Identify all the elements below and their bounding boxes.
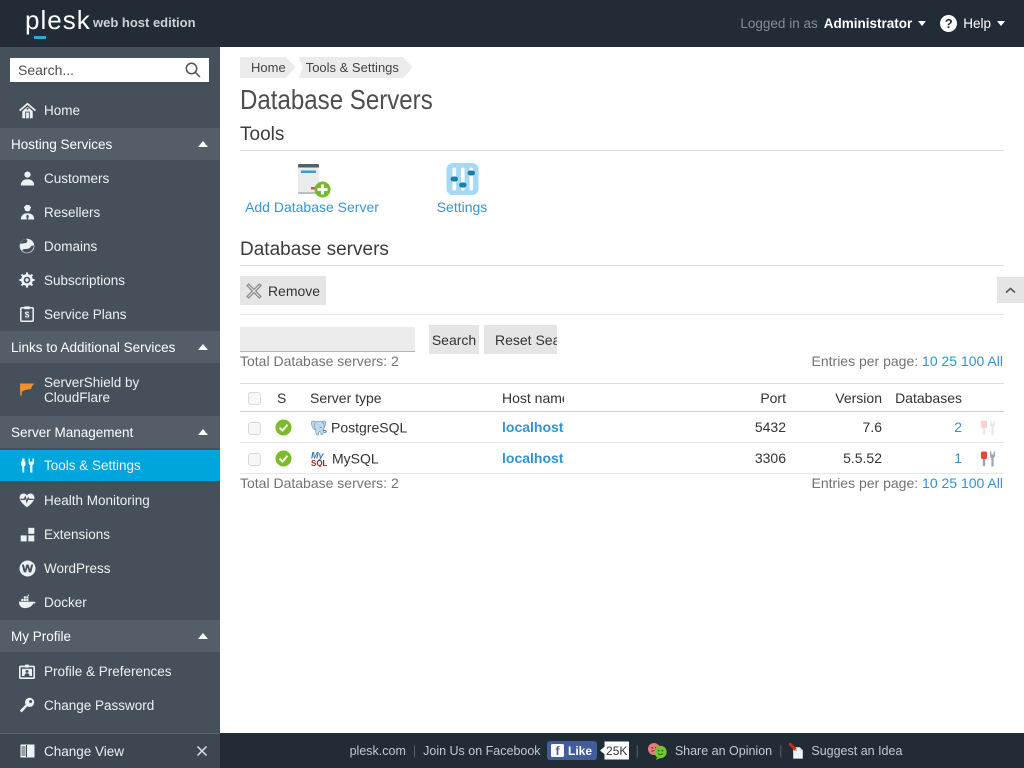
svg-text:Like: Like [568, 744, 592, 758]
svg-text:SQL: SQL [311, 459, 327, 467]
svg-text:25K: 25K [606, 744, 627, 758]
svg-text:$: $ [25, 310, 30, 320]
